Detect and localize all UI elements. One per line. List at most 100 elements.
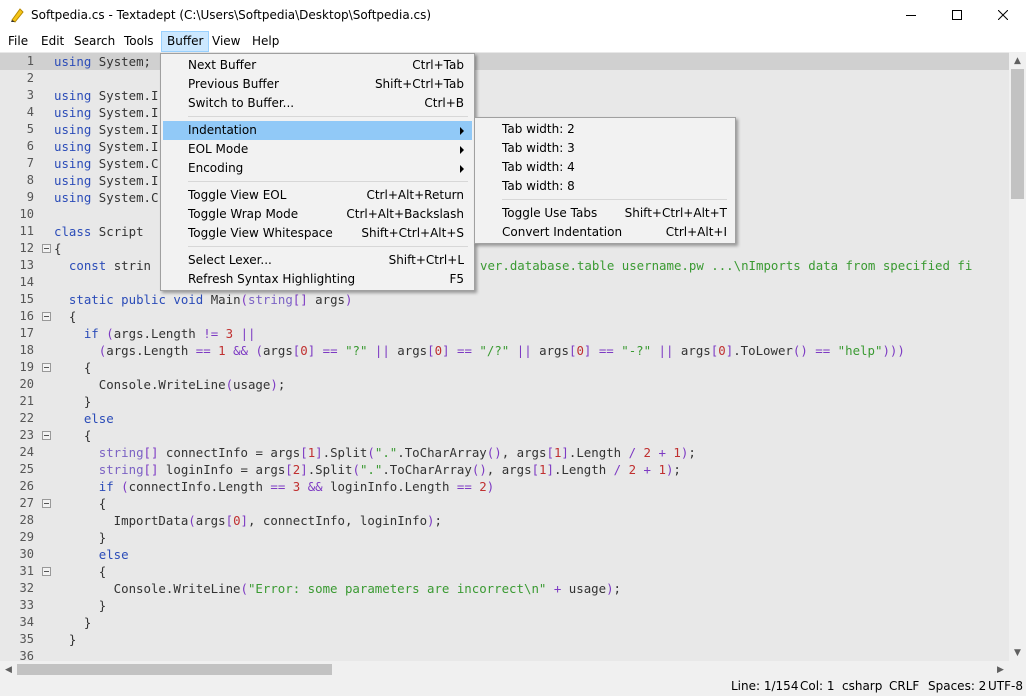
scroll-right-icon[interactable]: ▶ <box>992 661 1009 678</box>
minimize-icon <box>906 9 916 23</box>
scroll-left-icon[interactable]: ◀ <box>0 661 17 678</box>
minimize-button[interactable] <box>888 0 934 31</box>
code-line[interactable]: 18 (args.Length == 1 && (args[0] == "?" … <box>0 342 1009 359</box>
line-number: 9 <box>26 190 34 204</box>
menu-edit[interactable]: Edit <box>35 31 70 52</box>
horizontal-scroll-thumb[interactable] <box>17 664 332 675</box>
code-line[interactable]: 13 const strin ver.database.table usernam… <box>0 257 1009 274</box>
menu-tools[interactable]: Tools <box>118 31 160 52</box>
line-number: 8 <box>26 173 34 187</box>
code-line[interactable]: 23 { <box>0 427 1009 444</box>
close-button[interactable] <box>980 0 1026 31</box>
menu-switch-to-buffer[interactable]: Switch to Buffer... Ctrl+B <box>163 94 472 113</box>
status-indent[interactable]: Spaces: 2 <box>928 679 986 693</box>
code-line[interactable]: 26 if (connectInfo.Length == 3 && loginI… <box>0 478 1009 495</box>
fold-marker-icon[interactable] <box>42 567 51 576</box>
buffer-menu: Next Buffer Ctrl+Tab Previous Buffer Shi… <box>160 53 475 291</box>
code-line[interactable]: 35 } <box>0 631 1009 648</box>
submenu-arrow-icon <box>460 146 464 154</box>
code-text: using System.I <box>54 173 159 188</box>
menu-tab-width-8[interactable]: Tab width: 8 <box>477 177 733 196</box>
code-text: using System; <box>54 54 151 69</box>
line-number: 29 <box>19 530 34 544</box>
menu-toggle-use-tabs[interactable]: Toggle Use Tabs Shift+Ctrl+Alt+T <box>477 204 733 223</box>
code-line[interactable]: 25 string[] loginInfo = args[2].Split(".… <box>0 461 1009 478</box>
menu-tab-width-2[interactable]: Tab width: 2 <box>477 120 733 139</box>
code-text: using System.C <box>54 190 159 205</box>
vertical-scrollbar[interactable]: ▲ <box>1009 52 1026 661</box>
code-line[interactable]: 34 } <box>0 614 1009 631</box>
line-number: 14 <box>19 275 34 289</box>
fold-marker-icon[interactable] <box>42 312 51 321</box>
menu-eol-mode[interactable]: EOL Mode <box>163 140 472 159</box>
code-line[interactable]: 16 { <box>0 308 1009 325</box>
menu-tab-width-4[interactable]: Tab width: 4 <box>477 158 733 177</box>
line-number: 13 <box>19 258 34 272</box>
code-line[interactable]: 33 } <box>0 597 1009 614</box>
line-number: 6 <box>26 139 34 153</box>
line-number: 15 <box>19 292 34 306</box>
menu-indentation[interactable]: Indentation <box>163 121 472 140</box>
menu-view[interactable]: View <box>206 31 246 52</box>
code-line[interactable]: 24 string[] connectInfo = args[1].Split(… <box>0 444 1009 461</box>
menu-convert-indentation[interactable]: Convert Indentation Ctrl+Alt+I <box>477 223 733 242</box>
code-line[interactable]: 15 static public void Main(string[] args… <box>0 291 1009 308</box>
code-text: { <box>54 360 92 375</box>
menu-refresh-syntax-highlighting[interactable]: Refresh Syntax Highlighting F5 <box>163 270 472 289</box>
menu-file[interactable]: File <box>2 31 34 52</box>
code-line[interactable]: 36 <box>0 648 1009 661</box>
maximize-button[interactable] <box>934 0 980 31</box>
code-line[interactable]: 29 } <box>0 529 1009 546</box>
code-line[interactable]: 3 using System.I <box>0 87 1009 104</box>
code-line[interactable]: 1 using System; <box>0 53 1009 70</box>
code-text: if (connectInfo.Length == 3 && loginInfo… <box>98 479 495 494</box>
code-line[interactable]: 2 <box>0 70 1009 87</box>
code-line[interactable]: 32 Console.WriteLine("Error: some parame… <box>0 580 1009 597</box>
code-line[interactable]: 20 Console.WriteLine(usage); <box>0 376 1009 393</box>
status-encoding[interactable]: UTF-8 <box>988 679 1023 693</box>
code-line[interactable]: 28 ImportData(args[0], connectInfo, logi… <box>0 512 1009 529</box>
code-line[interactable]: 27 { <box>0 495 1009 512</box>
menu-next-buffer[interactable]: Next Buffer Ctrl+Tab <box>163 56 472 75</box>
textadept-pen-icon <box>9 7 25 23</box>
code-text: { <box>54 309 77 324</box>
line-number: 28 <box>19 513 34 527</box>
code-line[interactable]: 21 } <box>0 393 1009 410</box>
line-number: 10 <box>19 207 34 221</box>
line-number: 25 <box>19 462 34 476</box>
status-lexer[interactable]: csharp <box>842 679 882 693</box>
code-line[interactable]: 31 { <box>0 563 1009 580</box>
menu-toggle-view-eol[interactable]: Toggle View EOL Ctrl+Alt+Return <box>163 186 472 205</box>
vertical-scroll-thumb[interactable] <box>1011 69 1024 199</box>
fold-marker-icon[interactable] <box>42 244 51 253</box>
code-line[interactable]: 19 { <box>0 359 1009 376</box>
code-line[interactable]: 17 if (args.Length != 3 || <box>0 325 1009 342</box>
menu-buffer[interactable]: Buffer <box>161 31 210 52</box>
fold-marker-icon[interactable] <box>42 499 51 508</box>
horizontal-scrollbar[interactable]: ◀ ▶ <box>0 661 1009 678</box>
menu-select-lexer[interactable]: Select Lexer... Shift+Ctrl+L <box>163 251 472 270</box>
code-line[interactable]: 22 else <box>0 410 1009 427</box>
menu-tab-width-3[interactable]: Tab width: 3 <box>477 139 733 158</box>
code-text: using System.I <box>54 105 159 120</box>
scroll-up-icon[interactable]: ▲ <box>1009 52 1026 69</box>
menu-help[interactable]: Help <box>246 31 285 52</box>
scroll-down-icon[interactable]: ▼ <box>1009 644 1026 661</box>
menu-encoding[interactable]: Encoding <box>163 159 472 178</box>
code-text: string[] connectInfo = args[1].Split("."… <box>98 445 696 460</box>
fold-marker-icon[interactable] <box>42 363 51 372</box>
code-line[interactable]: 14 <box>0 274 1009 291</box>
fold-marker-icon[interactable] <box>42 431 51 440</box>
menu-separator <box>188 116 468 117</box>
code-line[interactable]: 30 else <box>0 546 1009 563</box>
status-eol[interactable]: CRLF <box>889 679 919 693</box>
menu-search[interactable]: Search <box>68 31 121 52</box>
menu-toggle-wrap-mode[interactable]: Toggle Wrap Mode Ctrl+Alt+Backslash <box>163 205 472 224</box>
line-number: 2 <box>26 71 34 85</box>
code-text: } <box>54 394 92 409</box>
line-number: 23 <box>19 428 34 442</box>
line-number: 22 <box>19 411 34 425</box>
menu-toggle-view-whitespace[interactable]: Toggle View Whitespace Shift+Ctrl+Alt+S <box>163 224 472 243</box>
code-text: static public void Main(string[] args) <box>68 292 353 307</box>
menu-previous-buffer[interactable]: Previous Buffer Shift+Ctrl+Tab <box>163 75 472 94</box>
